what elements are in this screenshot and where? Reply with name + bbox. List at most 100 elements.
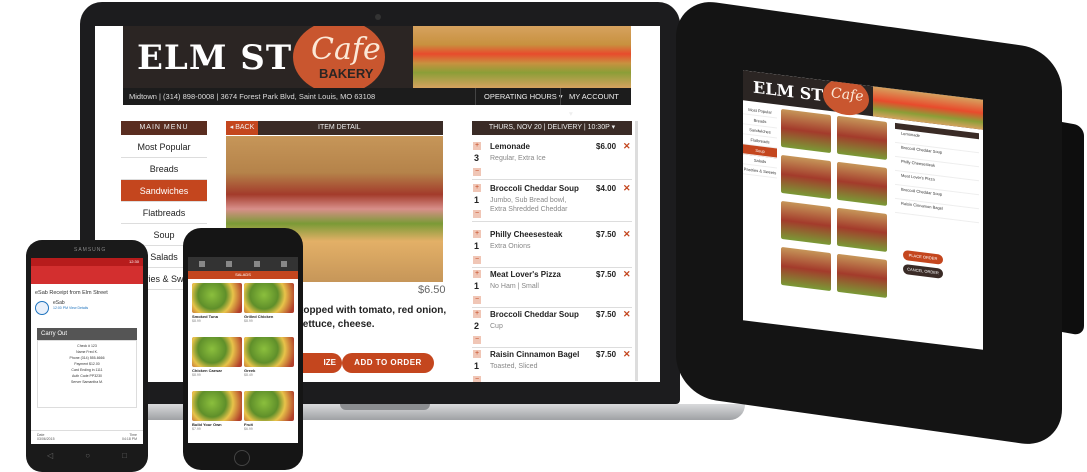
order-item-name: Philly Cheesesteak — [490, 230, 563, 239]
order-item-price: $4.00 — [596, 184, 617, 193]
menu-item-card[interactable]: Greek $8.49 — [244, 337, 294, 377]
food-photo — [244, 337, 294, 367]
receipt-line: Server Samantha M. — [70, 380, 104, 384]
email-toolbar — [31, 266, 143, 284]
tablet-logo-elm: ELM ST — [753, 77, 824, 106]
tablet-item-tile[interactable] — [837, 207, 887, 252]
item-price: $8.49 — [244, 373, 253, 377]
order-row: + 1 − Broccoli Cheddar Soup Jumbo, Sub B… — [472, 180, 632, 222]
home-nav-icon[interactable]: ○ — [85, 451, 90, 460]
home-button[interactable] — [234, 450, 250, 466]
item-price: $6.50 — [418, 284, 446, 296]
back-nav-icon[interactable]: ◁ — [47, 451, 53, 460]
tablet-item-tile[interactable] — [781, 200, 831, 246]
food-photo — [244, 283, 294, 313]
menu-icon[interactable] — [198, 261, 205, 267]
remove-item-icon[interactable]: ✕ — [623, 229, 631, 240]
order-item-options: Extra Onions — [490, 243, 531, 250]
order-qty: 2 — [474, 321, 480, 331]
customize-button[interactable]: IZE — [300, 353, 342, 373]
order-row: + 3 − Lemonade Regular, Extra Ice $6.00 … — [472, 138, 632, 180]
menu-item-flatbreads[interactable]: Flatbreads — [121, 202, 207, 224]
profile-icon[interactable] — [253, 261, 260, 267]
laptop-screen: ELM ST Cafe BAKERY Midtown | (314) 898-0… — [95, 26, 660, 382]
tablet-item-tile[interactable] — [781, 154, 831, 200]
category-tab[interactable]: SALADS — [188, 271, 298, 279]
remove-item-icon[interactable]: ✕ — [623, 183, 631, 194]
remove-item-icon[interactable]: ✕ — [623, 269, 631, 280]
recents-nav-icon[interactable]: □ — [122, 451, 127, 460]
receipt-date: 03/06/2015 — [37, 437, 55, 441]
decrease-qty-button[interactable]: − — [473, 168, 481, 176]
tablet-item-tile[interactable] — [837, 161, 887, 206]
increase-qty-button[interactable]: + — [473, 142, 481, 150]
operating-hours-dropdown[interactable]: OPERATING HOURS ▾ — [475, 88, 571, 105]
tablet-item-tile[interactable] — [781, 246, 831, 292]
menu-item-sandwiches[interactable]: Sandwiches — [121, 180, 207, 202]
menu-item-card[interactable]: Smoked Tuna $8.99 — [192, 283, 242, 323]
main-menu-header: MAIN MENU — [121, 121, 207, 135]
decrease-qty-button[interactable]: − — [473, 336, 481, 344]
increase-qty-button[interactable]: + — [473, 310, 481, 318]
food-photo — [192, 391, 242, 421]
remove-item-icon[interactable]: ✕ — [623, 349, 631, 360]
order-item-price: $7.50 — [596, 270, 617, 279]
logo-cafe-text: Cafe — [311, 32, 381, 67]
item-price: $8.99 — [192, 319, 201, 323]
tablet-item-tile[interactable] — [781, 108, 831, 154]
my-account-dropdown[interactable]: MY ACCOUNT ▾ — [560, 88, 631, 118]
cart-icon[interactable] — [281, 261, 288, 267]
item-price: $8.99 — [244, 319, 253, 323]
logo-elm-st[interactable]: ELM ST — [137, 38, 292, 78]
order-item-options: Toasted, Sliced — [490, 363, 538, 370]
tablet-screen: ELM ST Cafe Most Popular Breads Sandwich… — [743, 70, 983, 350]
info-bar: Midtown | (314) 898-0008 | 3674 Forest P… — [123, 88, 631, 118]
order-item-options: Regular, Extra Ice — [490, 155, 546, 162]
location-text: Midtown | (314) 898-0008 | 3674 Forest P… — [129, 92, 376, 101]
food-photo — [192, 337, 242, 367]
add-to-order-button[interactable]: ADD TO ORDER — [342, 353, 434, 373]
receipt-footer: Date Time 03/06/2015 04:18 PM — [31, 430, 143, 444]
place-order-button[interactable]: PLACE ORDER — [903, 249, 943, 265]
increase-qty-button[interactable]: + — [473, 350, 481, 358]
decrease-qty-button[interactable]: − — [473, 210, 481, 218]
order-scrollbar[interactable] — [635, 121, 638, 381]
menu-item-card[interactable]: Build Your Own $7.99 — [192, 391, 242, 431]
sender-details-link[interactable]: 12:00 PM View Details — [53, 306, 139, 310]
order-item-name: Broccoli Cheddar Soup — [490, 184, 579, 193]
order-qty: 1 — [474, 241, 480, 251]
app-top-bar — [188, 257, 298, 271]
remove-item-icon[interactable]: ✕ — [623, 141, 631, 152]
increase-qty-button[interactable]: + — [473, 270, 481, 278]
menu-item-card[interactable]: Chicken Caesar $8.99 — [192, 337, 242, 377]
menu-item-most-popular[interactable]: Most Popular — [121, 136, 207, 158]
item-price: $6.99 — [244, 427, 253, 431]
menu-item-breads[interactable]: Breads — [121, 158, 207, 180]
item-price: $8.99 — [192, 373, 201, 377]
order-item-options: Jumbo, Sub Bread bowl, Extra Shredded Ch… — [490, 197, 568, 213]
item-detail-title: ITEM DETAIL — [318, 124, 361, 131]
android-screen: 12:30 eSab Receipt from Elm Street eSab … — [31, 258, 143, 444]
order-item-name: Broccoli Cheddar Soup — [490, 310, 579, 319]
tablet-item-tile[interactable] — [837, 253, 887, 298]
order-header-dropdown[interactable]: THURS, NOV 20 | DELIVERY | 10:30P ▾ — [472, 121, 632, 135]
order-item-options: No Ham | Small — [490, 283, 539, 290]
decrease-qty-button[interactable]: − — [473, 256, 481, 264]
increase-qty-button[interactable]: + — [473, 184, 481, 192]
menu-item-card[interactable]: Grilled Chicken $8.99 — [244, 283, 294, 323]
decrease-qty-button[interactable]: − — [473, 296, 481, 304]
decrease-qty-button[interactable]: − — [473, 376, 481, 382]
order-item-price: $7.50 — [596, 230, 617, 239]
order-row: + 1 − Raisin Cinnamon Bagel Toasted, Sli… — [472, 346, 632, 382]
location-icon[interactable] — [226, 261, 233, 267]
item-detail-header: ◂ BACK ITEM DETAIL — [226, 121, 443, 135]
site-banner: ELM ST Cafe BAKERY — [123, 26, 631, 88]
remove-item-icon[interactable]: ✕ — [623, 309, 631, 320]
tablet-item-tile[interactable] — [837, 115, 887, 160]
menu-item-card[interactable]: Fruit $6.99 — [244, 391, 294, 431]
increase-qty-button[interactable]: + — [473, 230, 481, 238]
order-qty: 3 — [474, 153, 480, 163]
sender-avatar — [35, 301, 49, 315]
back-button[interactable]: ◂ BACK — [226, 121, 258, 135]
cancel-order-button[interactable]: CANCEL ORDER — [903, 263, 943, 279]
